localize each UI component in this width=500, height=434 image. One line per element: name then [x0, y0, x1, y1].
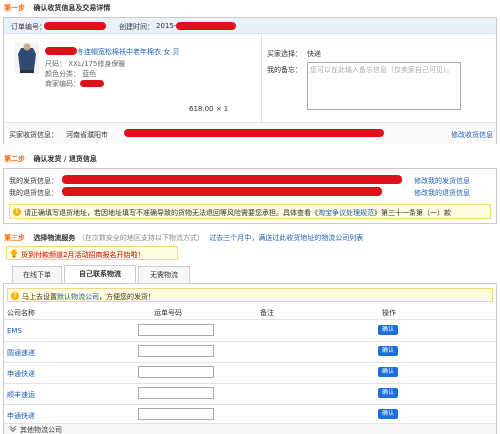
ship-info-label: 我的发货信息： — [9, 177, 58, 185]
product-thumbnail[interactable] — [15, 42, 39, 74]
redacted-title-prefix — [45, 47, 77, 55]
created-time-value: 2015- — [156, 22, 177, 30]
shipping-info-box: 我的发货信息： 修改我的发货信息 我的退货信息： 修改我的退货信息 ! 请正确填… — [3, 168, 497, 224]
tracking-input-sto-2[interactable] — [138, 408, 214, 420]
step3-heading: 第三步 选择物流服务 （在次数安全的地区支持以下物流方式） 过去三个月中，满送过… — [4, 233, 363, 243]
header-remark: 备注 — [260, 309, 274, 317]
company-name-ems: EMS — [7, 327, 22, 335]
tracking-input-sf[interactable] — [138, 387, 214, 399]
redacted-address — [124, 129, 384, 137]
step1-heading: 第一步 确认收货信息及交易详情 — [4, 3, 110, 13]
step2-title: 确认发货 / 退货信息 — [33, 155, 97, 163]
buyer-choice-label: 买家选择： — [267, 50, 302, 58]
confirm-button-yto[interactable]: 确认 — [378, 346, 398, 356]
return-address-notice: ! 请正确填写退货地址，若因地址填写不准确导致的货物无法退回等风险需要您承担。具… — [9, 204, 491, 219]
logistics-panel: ! 马上去设置默认物流公司，方便您的发货！ 公司名称 运单号码 备注 操作 EM… — [3, 283, 497, 434]
memo-textarea[interactable]: 您可以在此输入备忘信息（仅卖家自己可见）。 — [307, 62, 461, 110]
setup-notice: ! 马上去设置默认物流公司，方便您的发货！ — [7, 288, 493, 302]
color-text: 颜色分类： 蓝色 — [45, 70, 97, 78]
price-quantity: 618.00 × 1 — [189, 105, 229, 113]
tracking-input-sto[interactable] — [138, 366, 214, 378]
order-detail-box: 订单编号： 创建时间： 2015- 冬连帽宽松棉袄中老年棉衣 女 贝 尺码： X… — [3, 17, 497, 144]
redacted-merchant-code — [80, 80, 104, 87]
tab-online-order[interactable]: 在线下单 — [12, 266, 62, 283]
buyer-choice-value: 快递 — [307, 50, 321, 58]
step3-number: 第三步 — [4, 234, 25, 242]
confirm-button-sto-2[interactable]: 确认 — [378, 409, 398, 419]
setup-tail: ，方便您的发货！ — [99, 293, 155, 301]
return-info-label: 我的退货信息： — [9, 189, 58, 197]
promo-text: 货到付款频道2月活动招商报名开始啦！ — [21, 251, 145, 259]
step2-number: 第二步 — [4, 155, 25, 163]
bulb-icon — [10, 249, 18, 260]
row-divider — [4, 404, 496, 405]
dispute-rules-link[interactable]: 淘宝争议处理规范 — [318, 209, 374, 217]
step2-heading: 第二步 确认发货 / 退货信息 — [4, 154, 97, 164]
tab-self-contact[interactable]: 自己联系物流 — [64, 265, 136, 283]
setup-text: 马上去设置默认物流公司，方便您的发货！ — [22, 292, 155, 302]
step1-number: 第一步 — [4, 4, 25, 12]
column-divider — [261, 34, 262, 122]
promo-banner[interactable]: 货到付款频道2月活动招商报名开始啦！ — [6, 246, 178, 260]
setup-lead: 马上去设置 — [22, 293, 57, 301]
notice-tail: 》第三十一条第（一）款 — [374, 209, 451, 217]
step3-title: 选择物流服务 — [33, 234, 76, 242]
header-action: 操作 — [382, 309, 396, 317]
order-number-label: 订单编号： — [11, 23, 46, 31]
company-name-yto: 圆通速递 — [7, 349, 35, 357]
redacted-time — [176, 22, 236, 30]
confirm-button-sf[interactable]: 确认 — [378, 388, 398, 398]
company-name-sto-2: 申通快递 — [7, 412, 35, 420]
more-logistics-label: 其他物流公司 — [20, 426, 62, 434]
step1-title: 确认收货信息及交易详情 — [33, 4, 111, 12]
default-logistics-link[interactable]: 默认物流公司 — [57, 293, 99, 301]
tab-no-logistics[interactable]: 无需物流 — [138, 266, 190, 283]
step3-subtitle: （在次数安全的地区支持以下物流方式） — [77, 234, 204, 242]
merchant-code-label: 商家编码： — [45, 80, 80, 88]
info-icon: ! — [11, 292, 19, 300]
header-company: 公司名称 — [7, 309, 35, 317]
warning-icon: ! — [13, 208, 21, 216]
redacted-order-number — [44, 22, 106, 30]
row-divider — [4, 362, 496, 363]
product-title-link[interactable]: 冬连帽宽松棉袄中老年棉衣 女 贝 — [77, 47, 179, 57]
memo-label: 我的备忘： — [267, 66, 302, 74]
size-text: 尺码： XXL/175修身保暖 — [45, 60, 126, 68]
row-divider — [4, 341, 496, 342]
row-divider — [4, 319, 496, 320]
notice-body: 请正确填写退货地址，若因地址填写不准确导致的货物无法退回等风险需要您承担。具体查… — [24, 209, 318, 217]
tracking-input-yto[interactable] — [138, 345, 214, 357]
memo-placeholder: 您可以在此输入备忘信息（仅卖家自己可见）。 — [310, 66, 454, 74]
more-logistics-row[interactable] — [4, 423, 496, 434]
company-name-sf: 顺丰速运 — [7, 391, 35, 399]
edit-address-link[interactable]: 修改收货信息 — [451, 130, 493, 140]
company-name-sto: 申通快递 — [7, 370, 35, 378]
redacted-ship-info — [62, 175, 402, 184]
notice-text: 请正确填写退货地址，若因地址填写不准确导致的货物无法退回等风险需要您承担。具体查… — [24, 208, 451, 218]
row-divider — [4, 383, 496, 384]
edit-ship-link[interactable]: 修改我的发货信息 — [414, 176, 470, 186]
created-time-label: 创建时间： — [119, 23, 154, 31]
edit-return-link[interactable]: 修改我的退货信息 — [414, 188, 470, 198]
tracking-input-ems[interactable] — [138, 324, 214, 336]
address-label: 买家收货信息： — [9, 131, 58, 139]
recent-logistics-link[interactable]: 过去三个月中，满送过此收货地址的物流公司列表 — [209, 234, 363, 242]
confirm-button-sto[interactable]: 确认 — [378, 367, 398, 377]
confirm-button-ems[interactable]: 确认 — [378, 325, 398, 335]
redacted-return-info — [62, 187, 382, 196]
address-value: 河南省濮阳市 — [66, 131, 108, 139]
header-tracking: 运单号码 — [154, 309, 182, 317]
chevron-down-icon — [9, 424, 17, 434]
